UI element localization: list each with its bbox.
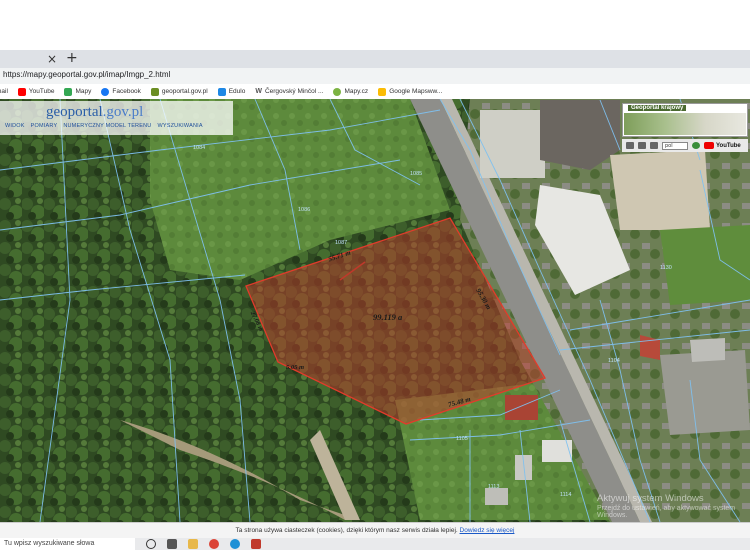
logo-suffix: .gov.pl <box>102 104 144 120</box>
bookmarks-bar: mail YouTube Mapy Facebook geoportal.gov… <box>0 84 750 99</box>
logo-prefix: geoportal <box>46 104 103 120</box>
bookmark-geoportal[interactable]: geoportal.gov.pl <box>150 87 208 96</box>
area-label: 99.119 a <box>373 312 403 322</box>
bookmark-youtube[interactable]: YouTube <box>17 87 55 96</box>
blank-area <box>0 0 750 50</box>
task-view-icon[interactable] <box>167 539 177 549</box>
maps-icon <box>378 87 387 96</box>
facebook-icon <box>101 87 110 96</box>
app-icon[interactable] <box>251 539 261 549</box>
tab-strip <box>0 50 750 68</box>
cookie-banner: Ta strona używa ciasteczek (cookies), dz… <box>0 522 750 538</box>
layers-icon[interactable] <box>650 142 658 149</box>
bookmark-label: YouTube <box>28 88 55 95</box>
plot-number: 1113 <box>488 484 500 490</box>
plot-number: 1084 <box>193 145 206 151</box>
youtube-label: YouTube <box>716 142 741 149</box>
geoportal-logo[interactable]: geoportal.gov.pl <box>46 104 143 121</box>
bookmark-gmail[interactable]: mail <box>0 88 8 95</box>
bookmark-mapy[interactable]: Mapy <box>64 87 92 96</box>
maps-icon <box>64 87 73 96</box>
geoportal-icon <box>150 87 159 96</box>
bookmark-label: mail <box>0 88 8 95</box>
menu-nmt[interactable]: NUMERYCZNY MODEL TERENU <box>63 123 151 133</box>
bookmark-label: Facebook <box>112 88 141 95</box>
plot-number: 1086 <box>298 207 311 213</box>
bookmark-wikipedia[interactable]: W Čergovský Minčol ... <box>255 88 323 96</box>
print-icon[interactable] <box>626 142 634 149</box>
watermark-line2: Przejdź do ustawień, aby aktywować syste… <box>597 505 736 519</box>
taskbar-search[interactable]: Tu wpisz wyszukiwane słowa <box>0 538 135 550</box>
bookmark-googlemaps[interactable]: Google Mapsww... <box>378 87 443 96</box>
edge-icon[interactable] <box>230 539 240 549</box>
plot-number: 1085 <box>410 171 423 177</box>
overview-map[interactable] <box>624 113 746 135</box>
bookmark-label: Edulo <box>228 88 246 95</box>
map-canvas[interactable] <box>0 99 750 522</box>
orthophoto <box>0 99 750 522</box>
youtube-link[interactable]: YouTube <box>704 142 741 149</box>
wikipedia-icon: W <box>255 87 262 95</box>
taskbar: Tu wpisz wyszukiwane słowa <box>0 538 750 550</box>
bookmark-label: geoportal.gov.pl <box>161 88 208 95</box>
edulo-icon <box>217 87 226 96</box>
file-explorer-icon[interactable] <box>188 539 198 549</box>
bookmark-facebook[interactable]: Facebook <box>101 87 141 96</box>
bookmark-mapycz[interactable]: Mapy.cz <box>333 87 369 96</box>
url-text[interactable]: https://mapy.geoportal.gov.pl/imap/Imgp_… <box>3 70 170 79</box>
bookmark-label: Mapy <box>75 88 92 95</box>
cookie-text: Ta strona używa ciasteczek (cookies), dz… <box>235 527 458 534</box>
menu-wyszukiwania[interactable]: WYSZUKIWANIA <box>157 123 202 133</box>
geoportal-menu: WIDOK POMIARY NUMERYCZNY MODEL TERENU WY… <box>0 123 203 133</box>
bookmark-label: Google Mapsww... <box>389 88 443 95</box>
windows-activation-watermark: Aktywuj system Windows Przejdź do ustawi… <box>597 493 750 519</box>
save-icon[interactable] <box>638 142 646 149</box>
mapycz-icon <box>333 87 342 96</box>
overview-map-title: Geoportal krajowy <box>628 105 687 111</box>
menu-pomiary[interactable]: POMIARY <box>31 123 58 133</box>
globe-icon[interactable] <box>692 142 700 149</box>
map-toolbar: pol YouTube <box>622 139 748 152</box>
watermark-line1: Aktywuj system Windows <box>597 493 704 504</box>
plot-number: 1114 <box>560 492 572 498</box>
new-tab-button[interactable]: + <box>66 50 78 66</box>
search-circle-icon[interactable] <box>146 539 156 549</box>
plot-number: 1104 <box>608 358 620 364</box>
plot-number: 1130 <box>660 265 672 271</box>
youtube-icon <box>17 87 26 96</box>
bookmark-label: Mapy.cz <box>344 88 369 95</box>
bookmark-label: Čergovský Minčol ... <box>264 88 324 95</box>
bookmark-edulo[interactable]: Edulo <box>217 87 246 96</box>
plot-number: 1105 <box>456 436 468 442</box>
language-select[interactable]: pol <box>662 141 688 150</box>
youtube-icon <box>704 142 714 149</box>
menu-widok[interactable]: WIDOK <box>5 123 25 133</box>
plot-number: 1087 <box>335 240 348 246</box>
bottom-left-label: 5.05 m <box>286 364 305 371</box>
cookie-more-link[interactable]: Dowiedz się więcej <box>460 527 515 534</box>
tab-close-icon[interactable]: × <box>47 52 57 66</box>
chrome-icon[interactable] <box>209 539 219 549</box>
